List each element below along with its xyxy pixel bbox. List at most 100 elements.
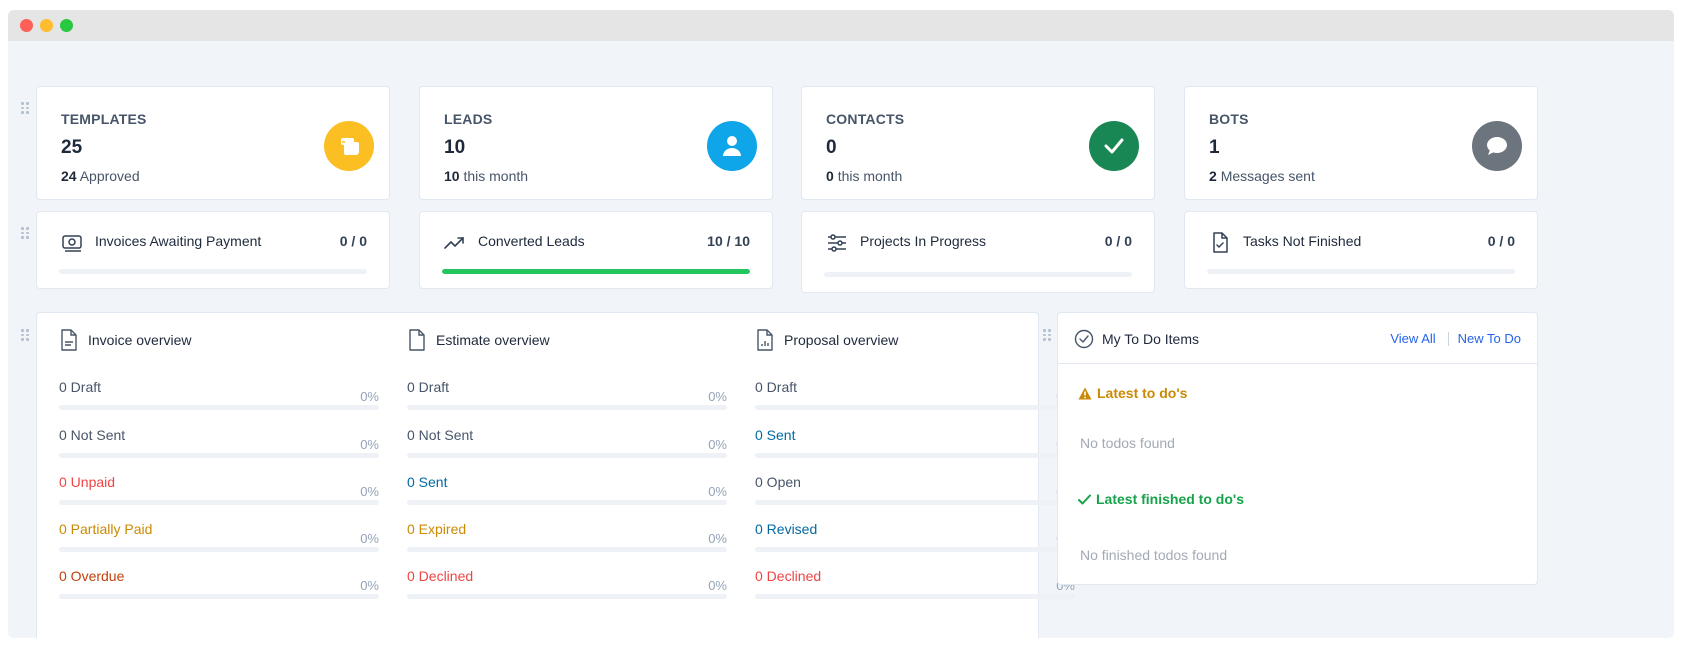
finished-todos-empty: No finished todos found [1080,547,1228,563]
list-item[interactable]: 0 Declined 0% [407,568,727,608]
stat-value: 10 [444,137,466,158]
new-todo-link[interactable]: New To Do [1458,331,1521,346]
trending-up-icon [444,232,466,254]
view-all-link[interactable]: View All [1390,331,1435,346]
list-item[interactable]: 0 Open0% [755,474,1075,514]
status-label: 0 Declined [407,568,474,584]
progress-bar-fill [442,269,750,274]
todo-title: My To Do Items [1102,331,1199,347]
proposal-overview-header[interactable]: Proposal overview [755,329,898,351]
status-label: 0 Sent [407,474,448,490]
status-label: 0 Not Sent [407,427,474,443]
progress-card-projects[interactable]: Projects In Progress 0 / 0 [801,211,1155,293]
list-item[interactable]: 0 Not Sent 0% [59,427,379,467]
todo-header: My To Do Items View All New To Do [1058,313,1537,364]
stat-card-leads[interactable]: LEADS 10 10 this month [419,86,773,200]
stat-value: 25 [61,137,83,158]
list-item[interactable]: 0 Draft0% [755,379,1075,419]
progress-label: Converted Leads [478,233,585,249]
percent-value: 0% [360,531,379,546]
check-icon [1078,494,1091,504]
file-check-icon [1209,232,1231,254]
list-item[interactable]: 0 Revised0% [755,521,1075,561]
stat-card-bots[interactable]: BOTS 1 2 Messages sent [1184,86,1538,200]
percent-value: 0% [360,437,379,452]
progress-bar [407,500,727,505]
progress-bar [59,453,379,458]
list-item[interactable]: 0 Overdue 0% [59,568,379,608]
document-icon [409,329,425,351]
progress-bar [824,272,1132,277]
percent-value: 0% [708,484,727,499]
close-window-button[interactable] [20,19,33,32]
stat-card-templates[interactable]: TEMPLATES 25 24 Approved [36,86,390,200]
stat-subtitle: 0 this month [826,168,903,184]
list-item[interactable]: 0 Expired 0% [407,521,727,561]
progress-bar [755,500,1075,505]
percent-value: 0% [708,389,727,404]
invoice-icon [61,329,77,351]
progress-card-invoices[interactable]: Invoices Awaiting Payment 0 / 0 [36,211,390,289]
progress-bar [407,453,727,458]
progress-value: 0 / 0 [1487,233,1515,249]
stat-title: CONTACTS [826,111,905,127]
stat-card-contacts[interactable]: CONTACTS 0 0 this month [801,86,1155,200]
progress-bar [407,547,727,552]
estimate-overview-header[interactable]: Estimate overview [407,329,550,351]
file-chart-icon [757,329,773,351]
percent-value: 0% [708,437,727,452]
latest-todos-empty: No todos found [1080,435,1175,451]
user-icon [707,121,757,171]
list-item[interactable]: 0 Sent 0% [407,474,727,514]
finished-todos-title: Latest finished to do's [1096,491,1245,507]
percent-value: 0% [708,531,727,546]
list-item[interactable]: 0 Declined 0% [755,568,1075,608]
progress-bar [755,547,1075,552]
list-item[interactable]: 0 Draft0% [59,379,379,419]
status-label: 0 Draft [755,379,798,395]
divider [1447,331,1449,346]
list-item[interactable]: 0 Draft 0% [407,379,727,419]
progress-label: Projects In Progress [860,233,987,249]
invoice-overview-title: Invoice overview [88,332,192,348]
maximize-window-button[interactable] [60,19,73,32]
progress-card-tasks[interactable]: Tasks Not Finished 0 / 0 [1184,211,1538,289]
badge-check-icon [1074,329,1094,349]
list-item[interactable]: 0 Not Sent 0% [407,427,727,467]
progress-bar [59,594,379,599]
minimize-window-button[interactable] [40,19,53,32]
todo-card: My To Do Items View All New To Do Latest… [1057,312,1538,585]
status-label: 0 Revised [755,521,818,537]
status-label: 0 Unpaid [59,474,116,490]
invoice-overview-header[interactable]: Invoice overview [59,329,192,351]
progress-bar [59,500,379,505]
list-item[interactable]: 0 Sent0% [755,427,1075,467]
todo-actions: View All New To Do [1390,331,1521,346]
drag-handle-icon[interactable] [1043,329,1051,341]
money-icon [61,232,83,254]
status-label: 0 Partially Paid [59,521,153,537]
check-icon [1089,121,1139,171]
drag-handle-icon[interactable] [21,227,29,239]
list-item[interactable]: 0 Unpaid 0% [59,474,379,514]
proposal-overview-title: Proposal overview [784,332,899,348]
progress-label: Tasks Not Finished [1243,233,1362,249]
status-label: 0 Sent [755,427,796,443]
warning-icon [1078,387,1092,399]
drag-handle-icon[interactable] [21,102,29,114]
latest-todos-title: Latest to do's [1097,385,1188,401]
progress-card-converted-leads[interactable]: Converted Leads 10 / 10 [419,211,773,289]
stat-subtitle: 2 Messages sent [1209,168,1315,184]
status-label: 0 Overdue [59,568,125,584]
finished-todos-heading: Latest finished to do's [1078,491,1244,507]
progress-bar [59,547,379,552]
title-bar [8,10,1674,41]
list-item[interactable]: 0 Partially Paid 0% [59,521,379,561]
status-label: 0 Declined [755,568,822,584]
drag-handle-icon[interactable] [21,329,29,341]
status-label: 0 Draft [407,379,450,395]
chat-bubble-icon [1472,121,1522,171]
progress-value: 0 / 0 [339,233,367,249]
percent-value: 0% [360,578,379,593]
percent-value: 0% [360,389,379,404]
